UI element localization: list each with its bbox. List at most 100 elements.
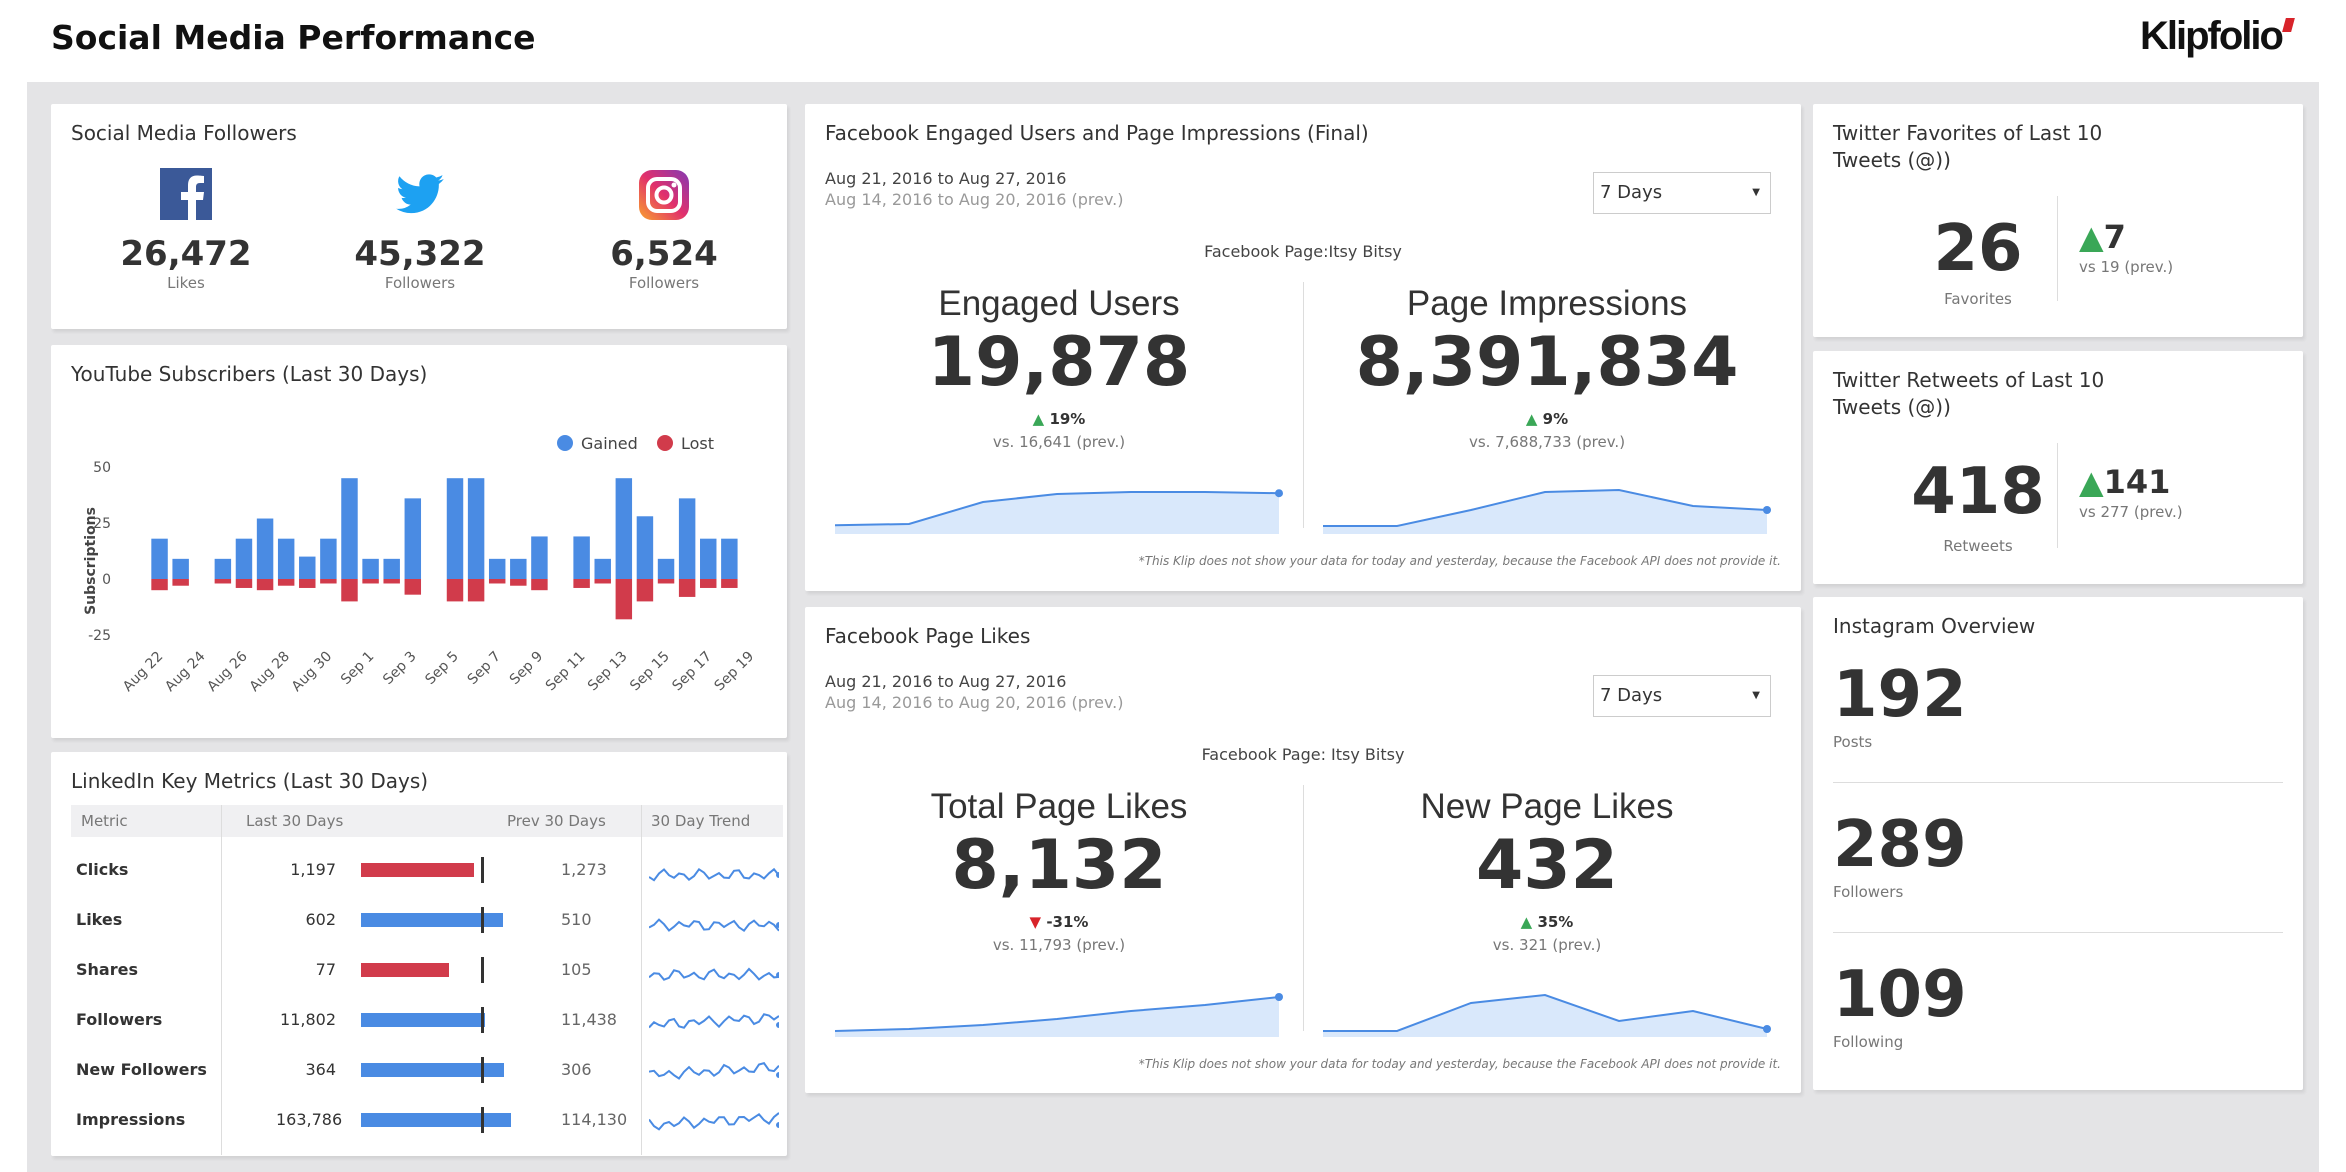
bar-gained[interactable] [383,558,400,579]
bar-lost[interactable] [446,579,464,602]
table-row[interactable]: Followers 11,802 11,438 [71,995,783,1045]
bar-lost[interactable] [299,579,316,588]
bar-lost[interactable] [467,579,485,602]
retweets-value: 418 [1911,455,2045,529]
x-tick-label: Sep 17 [669,649,715,695]
bar-gained[interactable] [488,558,506,579]
favorites-label: Favorites [1944,290,2012,308]
bar-gained[interactable] [299,556,316,579]
y-tick-label: 25 [93,516,111,532]
bar-lost[interactable] [320,579,337,584]
bar-gained[interactable] [700,538,717,579]
table-row[interactable]: Shares 77 105 [71,945,783,995]
retweets-stat: 418 Retweets [1893,457,2063,555]
bar-gained[interactable] [446,478,464,579]
bar-lost[interactable] [277,579,295,586]
bar-lost[interactable] [256,579,274,591]
bar-gained[interactable] [467,478,485,579]
bar-gained[interactable] [636,516,654,579]
bullet-target-marker [481,1057,484,1083]
metric-label: Page Impressions [1406,284,1688,323]
bar-gained[interactable] [404,498,422,579]
period-select[interactable]: 7 Days ▼ [1593,172,1771,214]
bar-gained[interactable] [214,558,232,579]
bar-gained[interactable] [721,538,738,579]
change-value: 19% [1049,410,1086,428]
bar-gained[interactable] [235,538,253,579]
bar-gained[interactable] [657,558,675,579]
bar-gained[interactable] [172,558,189,579]
bar-lost[interactable] [151,579,168,591]
bar-gained[interactable] [151,538,168,579]
metric-value: 19,878 [927,323,1191,402]
retweets-change: ▲141 vs 277 (prev.) [2079,463,2183,521]
bar-gained[interactable] [341,478,358,579]
bar-lost[interactable] [235,579,253,588]
footnote: *This Klip does not show your data for t… [1138,554,1781,568]
bar-lost[interactable] [615,579,633,620]
bar-lost[interactable] [636,579,654,602]
bar-lost[interactable] [678,579,696,597]
bar-lost[interactable] [341,579,358,602]
last-30-value: 364 [305,1060,336,1079]
instagram-followers-stat: 289 Followers [1833,807,1967,901]
last-30-value: 11,802 [280,1010,336,1029]
followers-card: Social Media Followers 26,472 Likes 45,3… [51,104,787,329]
bar-lost[interactable] [362,579,379,584]
sparkline-endpoint [1275,489,1283,498]
bar-gained[interactable] [510,558,527,579]
bullet-target-marker [481,907,484,933]
bar-lost[interactable] [510,579,527,586]
table-row[interactable]: Impressions 163,786 114,130 [71,1095,783,1145]
klipfolio-logo[interactable]: Klipfolio [2140,14,2295,59]
page-title: Social Media Performance [51,18,536,57]
bar-gained[interactable] [320,538,337,579]
trend-sparkline [649,1013,779,1029]
column-header-last: Last 30 Days [246,812,344,830]
bar-lost[interactable] [383,579,400,584]
total-page-likes-sparkline [835,993,1283,1037]
facebook-icon [160,168,212,220]
bar-lost[interactable] [700,579,717,588]
bar-lost[interactable] [404,579,422,595]
bar-gained[interactable] [362,558,379,579]
bar-lost[interactable] [594,579,611,584]
followers-label: Followers [1833,883,1904,901]
prev-30-value: 306 [561,1060,592,1079]
bar-gained[interactable] [615,478,633,579]
bullet-target-marker [481,957,484,983]
bar-lost[interactable] [657,579,675,584]
bar-gained[interactable] [531,536,548,579]
date-range-current: Aug 21, 2016 to Aug 27, 2016 [825,672,1067,691]
retweets-label: Retweets [1943,537,2013,555]
table-row[interactable]: Likes 602 510 [71,895,783,945]
down-arrow-icon: ▼ [1029,913,1042,931]
bar-gained[interactable] [573,536,590,579]
bar-lost[interactable] [573,579,590,588]
table-row[interactable]: Clicks 1,197 1,273 [71,845,783,895]
trend-sparkline [649,1112,779,1131]
facebook-likes-value: 26,472 [120,234,252,274]
bar-lost[interactable] [214,579,232,584]
bar-gained[interactable] [256,518,274,579]
period-select-value: 7 Days [1600,685,1663,706]
bars-group [151,478,738,620]
card-title: LinkedIn Key Metrics (Last 30 Days) [71,769,429,793]
table-row[interactable]: New Followers 364 306 [71,1045,783,1095]
page-impressions-sparkline [1323,488,1771,534]
up-arrow-icon: ▲ [1525,410,1538,428]
bullet-target-marker [481,1107,484,1133]
last-30-value: 163,786 [276,1110,343,1129]
bar-gained[interactable] [678,498,696,579]
bar-lost[interactable] [172,579,189,586]
bar-lost[interactable] [488,579,506,584]
bar-gained[interactable] [277,538,295,579]
instagram-icon [639,170,689,220]
period-select[interactable]: 7 Days ▼ [1593,675,1771,717]
sparkline-area [1323,490,1767,534]
page-label: Facebook Page: Itsy Bitsy [1201,745,1405,764]
stat-divider [1833,782,2283,783]
bar-gained[interactable] [594,558,611,579]
bar-lost[interactable] [721,579,738,588]
bar-lost[interactable] [531,579,548,591]
